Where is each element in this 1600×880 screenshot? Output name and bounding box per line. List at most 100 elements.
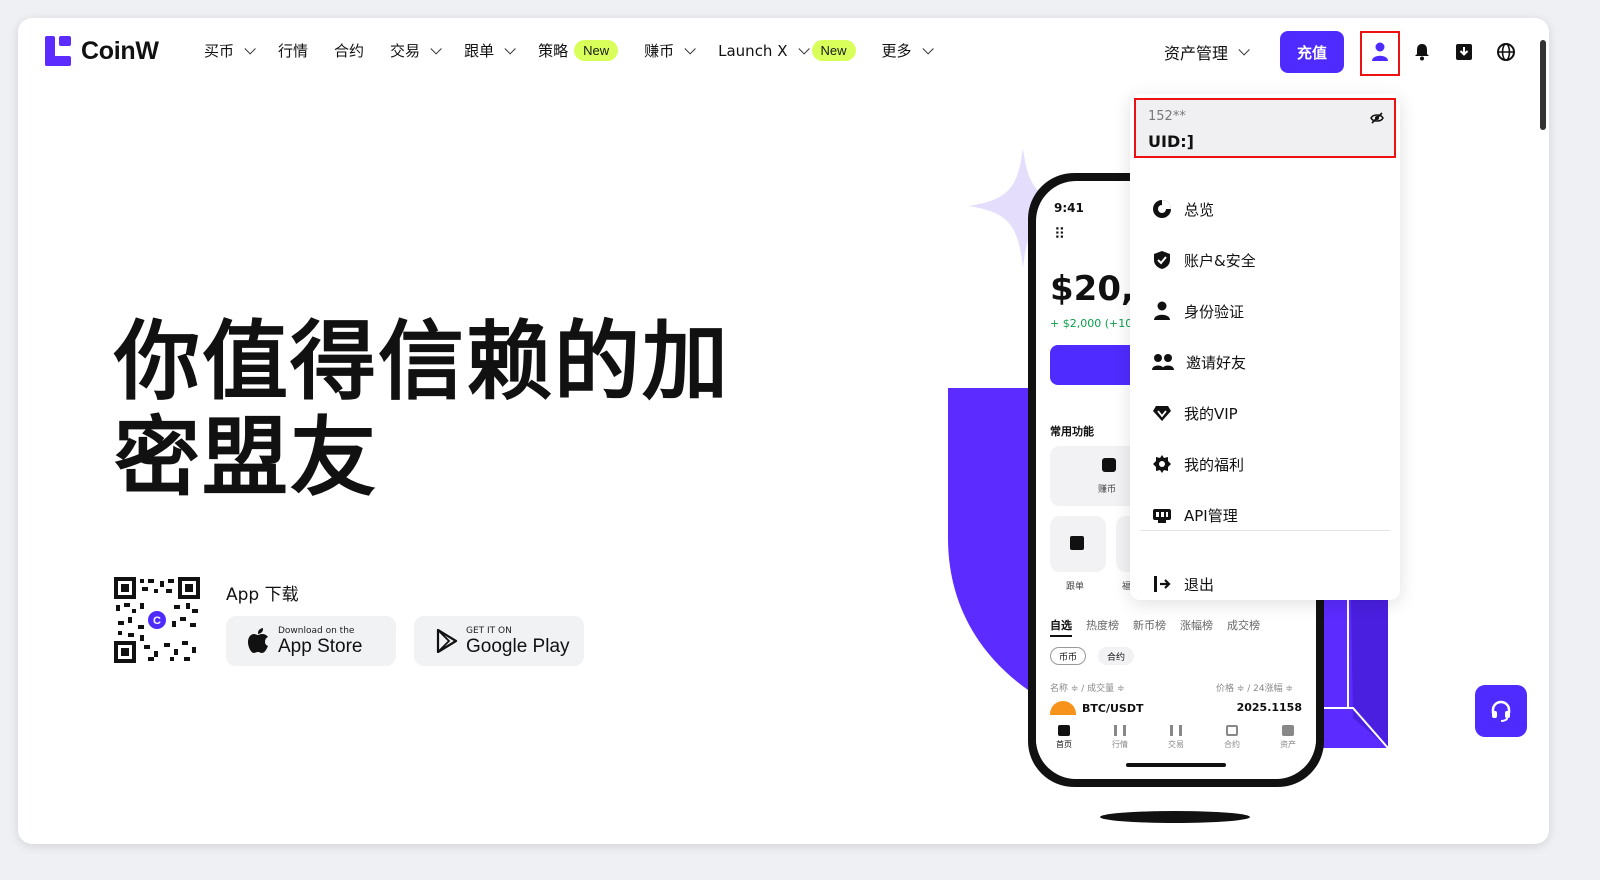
chevron-down-icon	[430, 42, 442, 55]
coinw-logo[interactable]: CoinW	[45, 36, 159, 66]
copy-trade-icon	[1070, 536, 1084, 550]
chevron-down-icon	[921, 42, 934, 55]
hero-title-line2: 密盟友	[114, 408, 378, 508]
menu-item-api-management[interactable]: API管理	[1152, 503, 1238, 527]
phone-section-title: 常用功能	[1050, 425, 1094, 438]
globe-icon[interactable]	[1492, 38, 1520, 66]
menu-item-logout[interactable]: 退出	[1152, 572, 1214, 596]
person-icon	[1154, 301, 1170, 320]
phone-tab: 新币榜	[1133, 619, 1166, 632]
api-icon	[1153, 509, 1171, 523]
nav-label: 策略	[538, 42, 569, 60]
chevron-down-icon	[797, 42, 810, 55]
phone-card-copy	[1050, 516, 1106, 572]
nav-item-buy-crypto[interactable]: 买币	[204, 40, 256, 61]
google-play-icon	[436, 629, 458, 653]
nav-item-futures[interactable]: 合约	[334, 40, 364, 61]
deposit-button[interactable]: 充值	[1280, 31, 1344, 73]
asset-management-menu[interactable]: 资产管理	[1164, 40, 1250, 64]
nav-label: 更多	[881, 42, 912, 60]
phone-card-label: 赚币	[1098, 485, 1117, 495]
menu-item-my-vip[interactable]: 我的VIP	[1152, 401, 1238, 425]
menu-item-identity-verification[interactable]: 身份验证	[1152, 299, 1244, 323]
phone-tab: 涨幅榜	[1180, 619, 1213, 632]
main-nav: 买币 行情 合约 交易 跟单 策略 New 赚币 Launch X New 更多	[204, 40, 934, 61]
nav-item-more[interactable]: 更多	[881, 40, 934, 61]
menu-item-invite-friends[interactable]: 邀请好友	[1152, 350, 1246, 374]
chevron-down-icon	[244, 42, 256, 55]
btc-icon	[1050, 701, 1076, 715]
nav-item-launch-x[interactable]: Launch X New	[718, 40, 856, 61]
menu-item-label: 邀请好友	[1186, 353, 1247, 372]
nav-label: 行情	[278, 42, 309, 60]
logo-mark-icon	[45, 36, 71, 66]
phone-tab: 自选	[1050, 617, 1072, 637]
bell-icon[interactable]	[1408, 38, 1436, 66]
phone-pill-futures: 合约	[1098, 647, 1135, 665]
page-scrollbar[interactable]	[1540, 40, 1546, 130]
nav-label: 跟单	[464, 42, 495, 60]
hero-title-line1: 你值得信赖的加	[114, 312, 730, 412]
new-badge: New	[811, 40, 856, 61]
earn-icon	[1102, 458, 1116, 472]
new-badge: New	[574, 40, 619, 61]
nav-item-copy-trading[interactable]: 跟单	[464, 40, 516, 61]
customer-support-button[interactable]	[1475, 685, 1527, 737]
phone-time: 9:41	[1054, 201, 1084, 215]
phone-nav-label: 首页	[1056, 740, 1072, 749]
diamond-icon	[1153, 406, 1171, 421]
nav-item-strategy[interactable]: 策略 New	[538, 40, 619, 61]
user-dropdown-menu: 152** UID:] 总览 账户&安全 身份验证 邀请好友 我的VIP 我的福…	[1130, 94, 1400, 600]
menu-item-label: 总览	[1184, 200, 1215, 219]
app-store-small-text: Download on the	[278, 625, 355, 636]
nav-label: 合约	[334, 42, 365, 60]
menu-divider	[1140, 530, 1390, 531]
menu-item-label: 我的福利	[1184, 455, 1245, 474]
nav-item-trade[interactable]: 交易	[390, 40, 442, 61]
chevron-down-icon	[684, 42, 696, 55]
menu-item-label: 身份验证	[1184, 302, 1245, 321]
phone-nav-label: 行情	[1112, 740, 1128, 749]
logo-text: CoinW	[81, 36, 159, 65]
logout-icon	[1154, 576, 1171, 592]
top-navbar: CoinW 买币 行情 合约 交易 跟单 策略 New 赚币 Launch X Ne…	[18, 18, 1549, 86]
app-store-button[interactable]: Download on the App Store	[226, 616, 396, 666]
trade-icon	[1170, 725, 1182, 736]
phone-col-price: 价格 ≑ / 24涨幅 ≑	[1216, 684, 1294, 694]
nav-item-markets[interactable]: 行情	[278, 40, 308, 61]
menu-item-overview[interactable]: 总览	[1152, 197, 1214, 221]
download-icon[interactable]	[1450, 38, 1478, 66]
menu-item-label: 账户&安全	[1184, 251, 1256, 270]
app-download-qr-code: C	[114, 577, 200, 663]
phone-tab: 成交榜	[1227, 619, 1260, 632]
phone-nav-label: 合约	[1224, 740, 1240, 749]
menu-item-account-security[interactable]: 账户&安全	[1152, 248, 1256, 272]
menu-item-my-benefits[interactable]: 我的福利	[1152, 452, 1244, 476]
app-download-label: App 下载	[226, 585, 299, 605]
nav-label: 交易	[390, 42, 421, 60]
browser-window: CoinW 买币 行情 合约 交易 跟单 策略 New 赚币 Launch X Ne…	[18, 18, 1549, 844]
people-icon	[1152, 354, 1174, 370]
app-store-big-text: App Store	[278, 635, 363, 657]
phone-market-tabs: 自选 热度榜 新币榜 涨幅榜 成交榜	[1050, 617, 1260, 637]
svg-text:C: C	[153, 615, 161, 627]
chevron-down-icon	[1238, 44, 1250, 56]
google-play-button[interactable]: GET IT ON Google Play	[414, 616, 584, 666]
phone-nav-label: 交易	[1168, 740, 1184, 749]
phone-row-price: 2025.1158	[1236, 701, 1302, 714]
nav-item-earn[interactable]: 赚币	[644, 40, 696, 61]
phone-shadow	[1100, 811, 1250, 823]
chevron-down-icon	[504, 42, 516, 55]
phone-market-row: BTC/USDT 2025.1158	[1050, 701, 1302, 715]
google-play-big-text: Google Play	[466, 635, 570, 657]
phone-row-pair: BTC/USDT	[1082, 701, 1144, 715]
pie-chart-icon	[1153, 200, 1171, 218]
phone-col-name: 名称 ≑ / 成交量 ≑	[1050, 684, 1125, 694]
phone-card-label: 跟单	[1066, 582, 1085, 592]
phone-tab: 热度榜	[1086, 619, 1119, 632]
menu-item-label: 我的VIP	[1184, 404, 1238, 423]
phone-pill-spot: 币币	[1050, 647, 1087, 665]
menu-item-label: 退出	[1184, 575, 1215, 594]
nav-label: 赚币	[644, 42, 675, 60]
phone-nav-label: 资产	[1280, 740, 1296, 749]
